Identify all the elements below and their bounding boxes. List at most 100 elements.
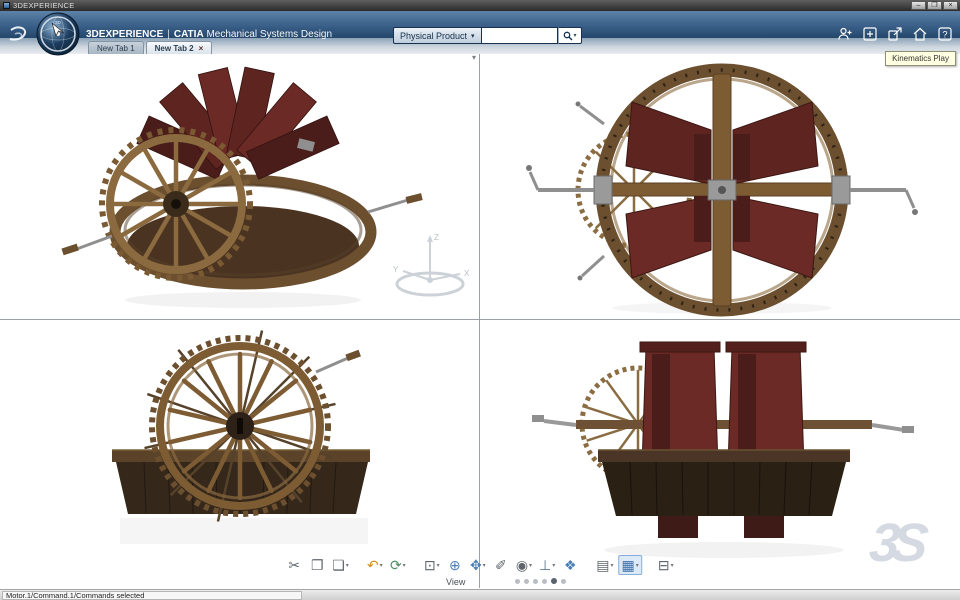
view-axis-compass[interactable]: Z X Y [393,233,470,297]
tab-label: New Tab 2 [154,43,194,53]
toolbar-separator [645,565,653,566]
machine-perspective-render [61,66,423,308]
tab-new-tab-1[interactable]: New Tab 1 [88,41,144,54]
window-title: 3DEXPERIENCE [13,1,75,10]
pager-dot[interactable] [542,578,547,584]
pan-button[interactable]: ✥ ▾ [468,555,488,575]
app-icon [3,2,10,9]
close-button[interactable]: × [943,1,958,10]
dropdown-caret-icon[interactable]: ▾ [552,562,555,569]
plus-icon [863,27,877,41]
dropdown-caret-icon[interactable]: ▾ [529,562,532,569]
reframe-button[interactable]: ⊡ ▾ [422,555,442,575]
add-content-button[interactable] [861,25,879,43]
copy-button[interactable]: ❐ [307,555,327,575]
mouse-cursor-icon [51,23,65,38]
vertical-splitter[interactable] [479,54,480,588]
pager-dot[interactable] [551,578,557,584]
normal-view-button[interactable]: ⊥ ▾ [537,555,557,575]
dropdown-caret-icon[interactable]: ▾ [636,562,639,569]
horizontal-splitter[interactable] [0,319,960,320]
dropdown-caret-icon[interactable]: ▾ [611,562,614,569]
status-message: Motor.1/Command.1/Commands selected [2,590,302,600]
measure-button[interactable]: ✐ [491,555,511,575]
reframe-icon: ⊡ [423,557,436,573]
update-button[interactable]: ⟳ ▾ [388,555,408,575]
app-name: CATIA [173,29,204,40]
viewport-perspective[interactable]: Z X Y [0,54,479,319]
search-caret-icon: ▾ [573,33,577,39]
capture-button[interactable]: ▤ ▾ [594,555,615,575]
share-icon [888,27,902,41]
splitter-handle[interactable]: ▾ [472,53,476,62]
multi-view-button[interactable]: ▦ ▾ [618,555,642,575]
machine-front-render [112,330,370,544]
user-icon [838,27,852,40]
pager-dot[interactable] [524,578,529,584]
undo-button[interactable]: ↶ ▾ [365,555,385,575]
dropdown-caret-icon[interactable]: ▾ [403,562,406,569]
pan-icon: ✥ [469,557,482,573]
multi-view-icon: ▦ [621,557,635,573]
status-bar: Motor.1/Command.1/Commands selected [0,589,960,600]
toolbar-separator [411,565,419,566]
design-tree-button[interactable]: ⊟ ▾ [656,555,676,575]
pager-dot[interactable] [515,578,520,584]
search-input[interactable] [481,27,558,44]
dropdown-caret-icon[interactable]: ▾ [671,562,674,569]
paste-button[interactable]: ❏ ▾ [330,555,351,575]
search-button[interactable]: ▾ [557,27,582,44]
app-module: Mechanical Systems Design [206,29,333,40]
tab-label: New Tab 1 [97,43,135,53]
app-title: 3DEXPERIENCE | CATIA Mechanical Systems De… [86,29,332,40]
search-scope-dropdown[interactable]: Physical Product ▾ [393,27,482,44]
tab-bar: New Tab 1 New Tab 2 × [88,41,214,54]
chevron-down-icon: ▾ [471,32,475,40]
normal-view-icon: ⊥ [539,557,552,573]
fit-all-button[interactable]: ⊕ [445,555,465,575]
search-scope-label: Physical Product [400,30,468,41]
kinematics-tooltip: Kinematics Play [885,51,956,66]
zoom-icon: ◉ [515,557,529,573]
axis-y-label: Y [393,265,399,274]
machine-back-render [532,341,914,558]
share-button[interactable] [886,25,904,43]
tab-new-tab-2[interactable]: New Tab 2 × [145,41,213,54]
pager-dot[interactable] [533,578,538,584]
maximize-button[interactable]: ❐ [927,1,942,10]
toolbar-section-label: View [446,577,466,587]
help-button[interactable]: ? [936,25,954,43]
search-icon [563,31,573,40]
window-titlebar: 3DEXPERIENCE – ❐ × [0,0,960,11]
cut-button[interactable]: ✂ [284,555,304,575]
help-icon: ? [938,27,952,41]
design-tree-icon: ⊟ [657,557,670,573]
user-button[interactable] [836,25,854,43]
dropdown-caret-icon[interactable]: ▾ [380,562,383,569]
capture-icon: ▤ [596,557,610,573]
dropdown-caret-icon[interactable]: ▾ [483,562,486,569]
cut-icon: ✂ [288,557,301,573]
axis-x-label: X [464,269,470,278]
update-icon: ⟳ [389,557,402,573]
pager-dot[interactable] [561,578,566,584]
viewport-top[interactable] [480,54,960,319]
tab-close-icon[interactable]: × [199,44,204,53]
help-glyph: ? [942,30,947,40]
view-toolbar: ✂ ❐ ❏ ▾ ↶ ▾ ⟳ ▾ ⊡ ▾ ⊕ ✥ ▾ ✐ ◉ ▾ ⊥ ▾ ❖ ▤ ▾ ▦ ▾ ⊟ ▾ [284,555,676,575]
search-bar: Physical Product ▾ ▾ [393,27,582,44]
dropdown-caret-icon[interactable]: ▾ [437,562,440,569]
app-header: 3DEXPERIENCE | CATIA Mechanical Systems De… [0,11,960,44]
dropdown-caret-icon[interactable]: ▾ [346,562,349,569]
3ds-watermark: 3S [866,513,924,573]
zoom-button[interactable]: ◉ ▾ [514,555,534,575]
undo-icon: ↶ [366,557,379,573]
3ds-logo-icon [9,26,27,41]
viewport-front[interactable] [0,320,479,588]
machine-top-render [526,63,918,317]
axis-z-label: Z [434,233,439,242]
minimize-button[interactable]: – [911,1,926,10]
brand-text: 3DEXPERIENCE [86,29,164,40]
home-button[interactable] [911,25,929,43]
iso-view-button[interactable]: ❖ [560,555,580,575]
